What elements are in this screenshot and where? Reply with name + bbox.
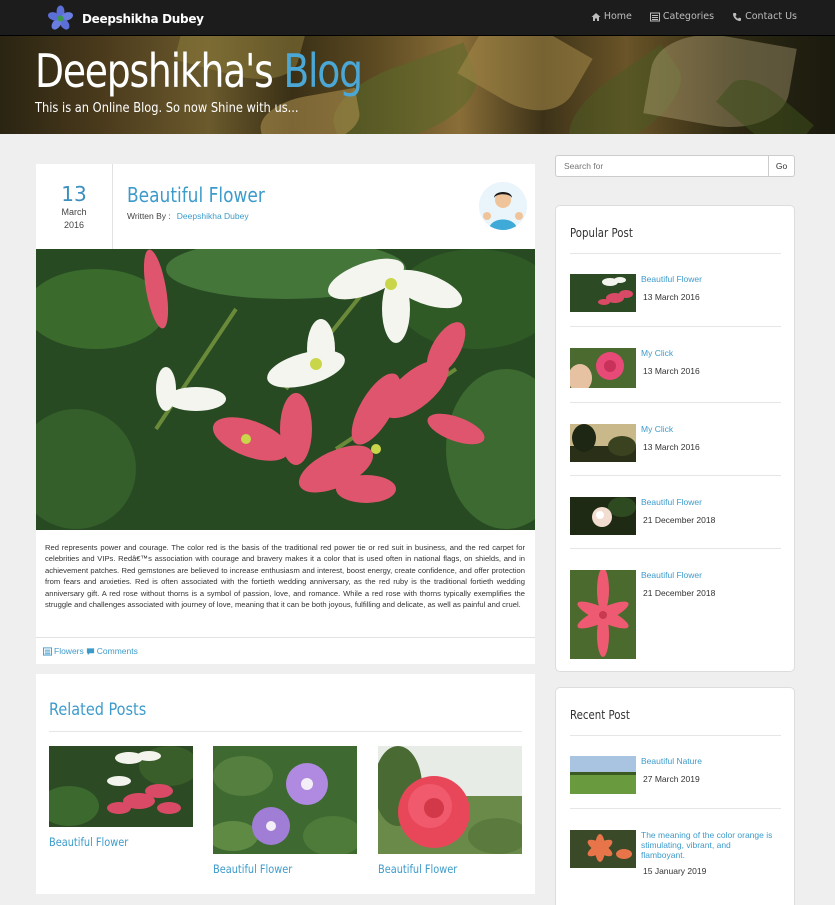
popular-post-thumbnail[interactable] bbox=[570, 570, 636, 659]
category-label: Flowers bbox=[54, 646, 84, 656]
popular-post-date: 13 March 2016 bbox=[643, 442, 700, 452]
post-card: 13 March 2016 Beautiful Flower Written B… bbox=[36, 164, 535, 664]
nav-categories-label: Categories bbox=[662, 11, 715, 22]
blog-title: Deepshikha's Blog bbox=[35, 44, 363, 98]
comments-link[interactable]: Comments bbox=[86, 646, 138, 656]
related-post-title[interactable]: Beautiful Flower bbox=[213, 862, 335, 876]
brand[interactable]: Deepshikha Dubey bbox=[47, 5, 204, 32]
related-posts: Related Posts Beautiful Flower Beautiful… bbox=[36, 674, 535, 894]
post-month: March bbox=[61, 207, 87, 217]
category-link[interactable]: Flowers bbox=[43, 646, 84, 656]
divider bbox=[570, 326, 781, 327]
divider bbox=[570, 735, 781, 736]
divider bbox=[49, 731, 522, 732]
popular-post-link[interactable]: Beautiful Flower bbox=[641, 497, 776, 507]
divider bbox=[570, 548, 781, 549]
divider bbox=[570, 253, 781, 254]
recent-post-link[interactable]: Beautiful Nature bbox=[641, 756, 776, 766]
blog-title-main: Deepshikha's bbox=[35, 44, 274, 98]
nav-contact[interactable]: Contact Us bbox=[732, 11, 797, 22]
related-post-item[interactable]: Beautiful Flower bbox=[49, 746, 193, 849]
post-footer: Flowers Comments bbox=[36, 637, 535, 664]
popular-post-date: 13 March 2016 bbox=[643, 366, 700, 376]
nav-home[interactable]: Home bbox=[591, 11, 632, 22]
post-date-box: 13 March 2016 bbox=[36, 164, 113, 249]
search-form: Go bbox=[555, 155, 795, 177]
post-author-link[interactable]: Deepshikha Dubey bbox=[177, 211, 249, 221]
recent-post-thumbnail[interactable] bbox=[570, 830, 636, 868]
flower-logo-icon bbox=[47, 5, 74, 32]
phone-icon bbox=[733, 12, 742, 21]
recent-post-date: 15 January 2019 bbox=[643, 866, 707, 876]
post-title[interactable]: Beautiful Flower bbox=[127, 183, 265, 207]
nav-home-label: Home bbox=[603, 11, 632, 22]
blog-title-accent: Blog bbox=[283, 44, 363, 98]
divider bbox=[570, 808, 781, 809]
written-by-label: Written By : bbox=[127, 211, 171, 221]
comments-label: Comments bbox=[96, 646, 138, 656]
recent-post-link[interactable]: The meaning of the color orange is stimu… bbox=[641, 830, 776, 860]
top-navbar: Deepshikha Dubey Home Categories Contact… bbox=[0, 0, 835, 36]
related-post-item[interactable]: Beautiful Flower bbox=[378, 746, 522, 876]
post-byline: Written By : Deepshikha Dubey bbox=[127, 211, 249, 221]
recent-post-thumbnail[interactable] bbox=[570, 756, 636, 794]
category-list-icon bbox=[43, 646, 52, 656]
blog-tagline: This is an Online Blog. So now Shine wit… bbox=[35, 101, 299, 116]
related-post-image[interactable] bbox=[378, 746, 522, 854]
post-featured-image bbox=[36, 249, 535, 530]
recent-post-title: Recent Post bbox=[570, 708, 630, 722]
nav-categories[interactable]: Categories bbox=[649, 11, 715, 22]
related-post-image[interactable] bbox=[49, 746, 193, 827]
search-input[interactable] bbox=[555, 155, 769, 177]
popular-post-thumbnail[interactable] bbox=[570, 424, 636, 462]
brand-name: Deepshikha Dubey bbox=[82, 11, 204, 26]
popular-post-thumbnail[interactable] bbox=[570, 274, 636, 312]
popular-post-link[interactable]: Beautiful Flower bbox=[641, 274, 776, 284]
post-day: 13 bbox=[61, 182, 87, 206]
main-nav: Home Categories Contact Us bbox=[591, 11, 797, 22]
popular-post-link[interactable]: My Click bbox=[641, 424, 776, 434]
author-avatar bbox=[479, 182, 527, 230]
related-posts-title: Related Posts bbox=[49, 700, 147, 720]
popular-post-date: 21 December 2018 bbox=[643, 515, 716, 525]
related-post-title[interactable]: Beautiful Flower bbox=[49, 835, 171, 849]
divider bbox=[570, 475, 781, 476]
related-post-image[interactable] bbox=[213, 746, 357, 854]
popular-post-date: 21 December 2018 bbox=[643, 588, 716, 598]
popular-post-date: 13 March 2016 bbox=[643, 292, 700, 302]
related-post-item[interactable]: Beautiful Flower bbox=[213, 746, 357, 876]
list-icon bbox=[649, 12, 660, 21]
nav-contact-label: Contact Us bbox=[745, 11, 797, 22]
comment-icon bbox=[86, 647, 94, 655]
related-post-title[interactable]: Beautiful Flower bbox=[378, 862, 500, 876]
hero-banner: Deepshikha's Blog This is an Online Blog… bbox=[0, 36, 835, 134]
post-body-text: Red represents power and courage. The co… bbox=[45, 543, 525, 610]
recent-post-date: 27 March 2019 bbox=[643, 774, 700, 784]
recent-post-widget: Recent Post Beautiful Nature 27 March 20… bbox=[555, 687, 795, 905]
divider bbox=[570, 402, 781, 403]
home-icon bbox=[591, 12, 601, 21]
popular-post-thumbnail[interactable] bbox=[570, 348, 636, 388]
popular-post-link[interactable]: My Click bbox=[641, 348, 776, 358]
post-year: 2016 bbox=[63, 220, 85, 230]
popular-post-widget: Popular Post Beautiful Flower 13 March 2… bbox=[555, 205, 795, 672]
popular-post-title: Popular Post bbox=[570, 226, 633, 240]
search-button[interactable]: Go bbox=[769, 155, 795, 177]
popular-post-link[interactable]: Beautiful Flower bbox=[641, 570, 776, 580]
popular-post-thumbnail[interactable] bbox=[570, 497, 636, 535]
